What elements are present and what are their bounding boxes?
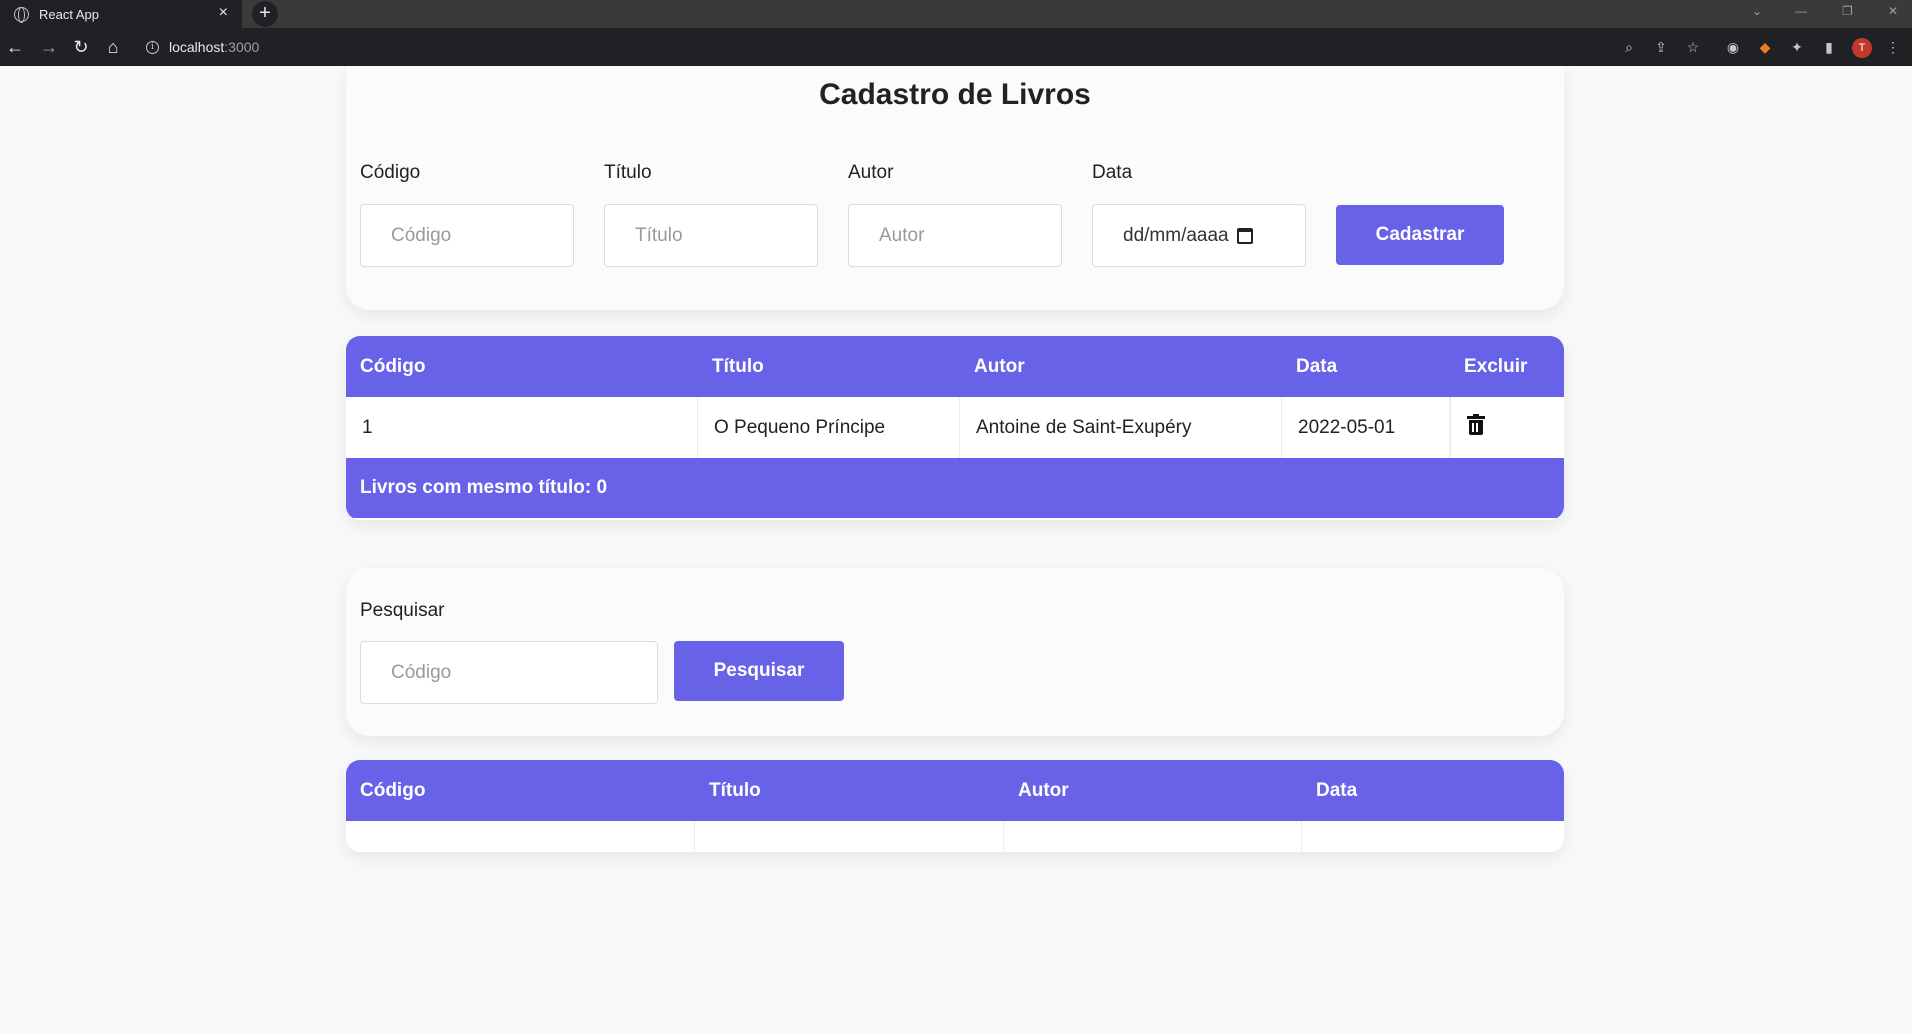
- side-panel-icon[interactable]: ▮: [1820, 38, 1838, 56]
- empty-cell: [1004, 821, 1302, 852]
- share-icon[interactable]: ⇪: [1652, 38, 1670, 56]
- trash-icon[interactable]: [1467, 414, 1485, 435]
- metamask-extension-icon[interactable]: ◆: [1756, 38, 1774, 56]
- home-icon[interactable]: ⌂: [102, 36, 124, 58]
- bookmark-star-icon[interactable]: ☆: [1684, 38, 1702, 56]
- empty-cell: [346, 821, 695, 852]
- header-autor: Autor: [974, 356, 1025, 377]
- titulo-input[interactable]: [604, 204, 818, 267]
- search-card: Pesquisar Pesquisar: [346, 568, 1564, 736]
- book-form-card: Cadastro de Livros Código Título Autor D…: [346, 66, 1564, 310]
- zoom-icon[interactable]: ⌕: [1620, 38, 1638, 56]
- books-table-footer: Livros com mesmo título: 0: [346, 458, 1564, 518]
- header-codigo: Código: [360, 780, 426, 801]
- codigo-label: Código: [360, 162, 421, 183]
- header-codigo: Código: [360, 356, 426, 377]
- cell-autor: Antoine de Saint-Exupéry: [960, 397, 1282, 458]
- table-row: 1 O Pequeno Príncipe Antoine de Saint-Ex…: [346, 397, 1564, 458]
- date-placeholder: dd/mm/aaaa: [1123, 224, 1229, 246]
- autor-label: Autor: [848, 162, 894, 183]
- data-input[interactable]: dd/mm/aaaa: [1092, 204, 1306, 267]
- browser-toolbar: ← → ↻ ⌂ i localhost :3000 ⌕ ⇪ ☆ ◉ ◆ ✦ ▮ …: [0, 28, 1912, 66]
- header-titulo: Título: [709, 780, 761, 801]
- search-label: Pesquisar: [360, 600, 445, 621]
- cell-titulo: O Pequeno Príncipe: [698, 397, 960, 458]
- new-tab-button[interactable]: +: [252, 1, 278, 27]
- autor-input[interactable]: [848, 204, 1062, 267]
- header-titulo: Título: [712, 356, 764, 377]
- codigo-input[interactable]: [360, 204, 574, 267]
- extension-icon[interactable]: ◉: [1724, 38, 1742, 56]
- empty-cell: [695, 821, 1004, 852]
- header-excluir: Excluir: [1464, 356, 1528, 377]
- back-icon[interactable]: ←: [4, 36, 26, 58]
- tab-close-icon[interactable]: ×: [219, 4, 228, 22]
- forward-icon[interactable]: →: [38, 36, 60, 58]
- cell-data: 2022-05-01: [1282, 397, 1450, 458]
- globe-icon: [14, 6, 29, 23]
- header-data: Data: [1316, 780, 1358, 801]
- header-autor: Autor: [1018, 780, 1069, 801]
- books-table-header: Código Título Autor Data Excluir: [346, 336, 1564, 397]
- url-host: localhost: [169, 39, 225, 55]
- address-bar[interactable]: i localhost :3000: [136, 33, 1626, 61]
- same-title-count: Livros com mesmo título: 0: [360, 477, 608, 498]
- pesquisar-button[interactable]: Pesquisar: [674, 641, 844, 701]
- tab-search-icon[interactable]: ⌄: [1752, 4, 1762, 18]
- minimize-icon[interactable]: —: [1795, 4, 1807, 18]
- results-table: Código Título Autor Data: [346, 760, 1564, 852]
- search-input[interactable]: [360, 641, 658, 704]
- header-data: Data: [1296, 356, 1338, 377]
- tab-title: React App: [39, 6, 99, 22]
- empty-cell: [1302, 821, 1564, 852]
- data-label: Data: [1092, 162, 1133, 183]
- restore-icon[interactable]: ❐: [1842, 4, 1853, 18]
- titulo-label: Título: [604, 162, 652, 183]
- close-window-icon[interactable]: ✕: [1888, 4, 1898, 18]
- results-table-header: Código Título Autor Data: [346, 760, 1564, 821]
- browser-tab[interactable]: React App ×: [0, 0, 242, 28]
- calendar-icon[interactable]: [1236, 227, 1253, 244]
- page-title: Cadastro de Livros: [819, 78, 1091, 111]
- extensions-puzzle-icon[interactable]: ✦: [1788, 38, 1806, 56]
- cell-codigo: 1: [346, 397, 698, 458]
- profile-avatar[interactable]: T: [1852, 38, 1872, 58]
- site-info-icon[interactable]: i: [146, 40, 159, 54]
- empty-results-row: [346, 821, 1564, 852]
- browser-tab-strip: React App × + ⌄ — ❐ ✕: [0, 0, 1912, 28]
- cadastrar-button[interactable]: Cadastrar: [1336, 205, 1504, 265]
- menu-kebab-icon[interactable]: ⋮: [1884, 38, 1902, 56]
- url-port: :3000: [224, 39, 260, 55]
- reload-icon[interactable]: ↻: [70, 36, 92, 58]
- cell-excluir: [1450, 397, 1564, 458]
- books-table: Código Título Autor Data Excluir 1 O Peq…: [346, 336, 1564, 520]
